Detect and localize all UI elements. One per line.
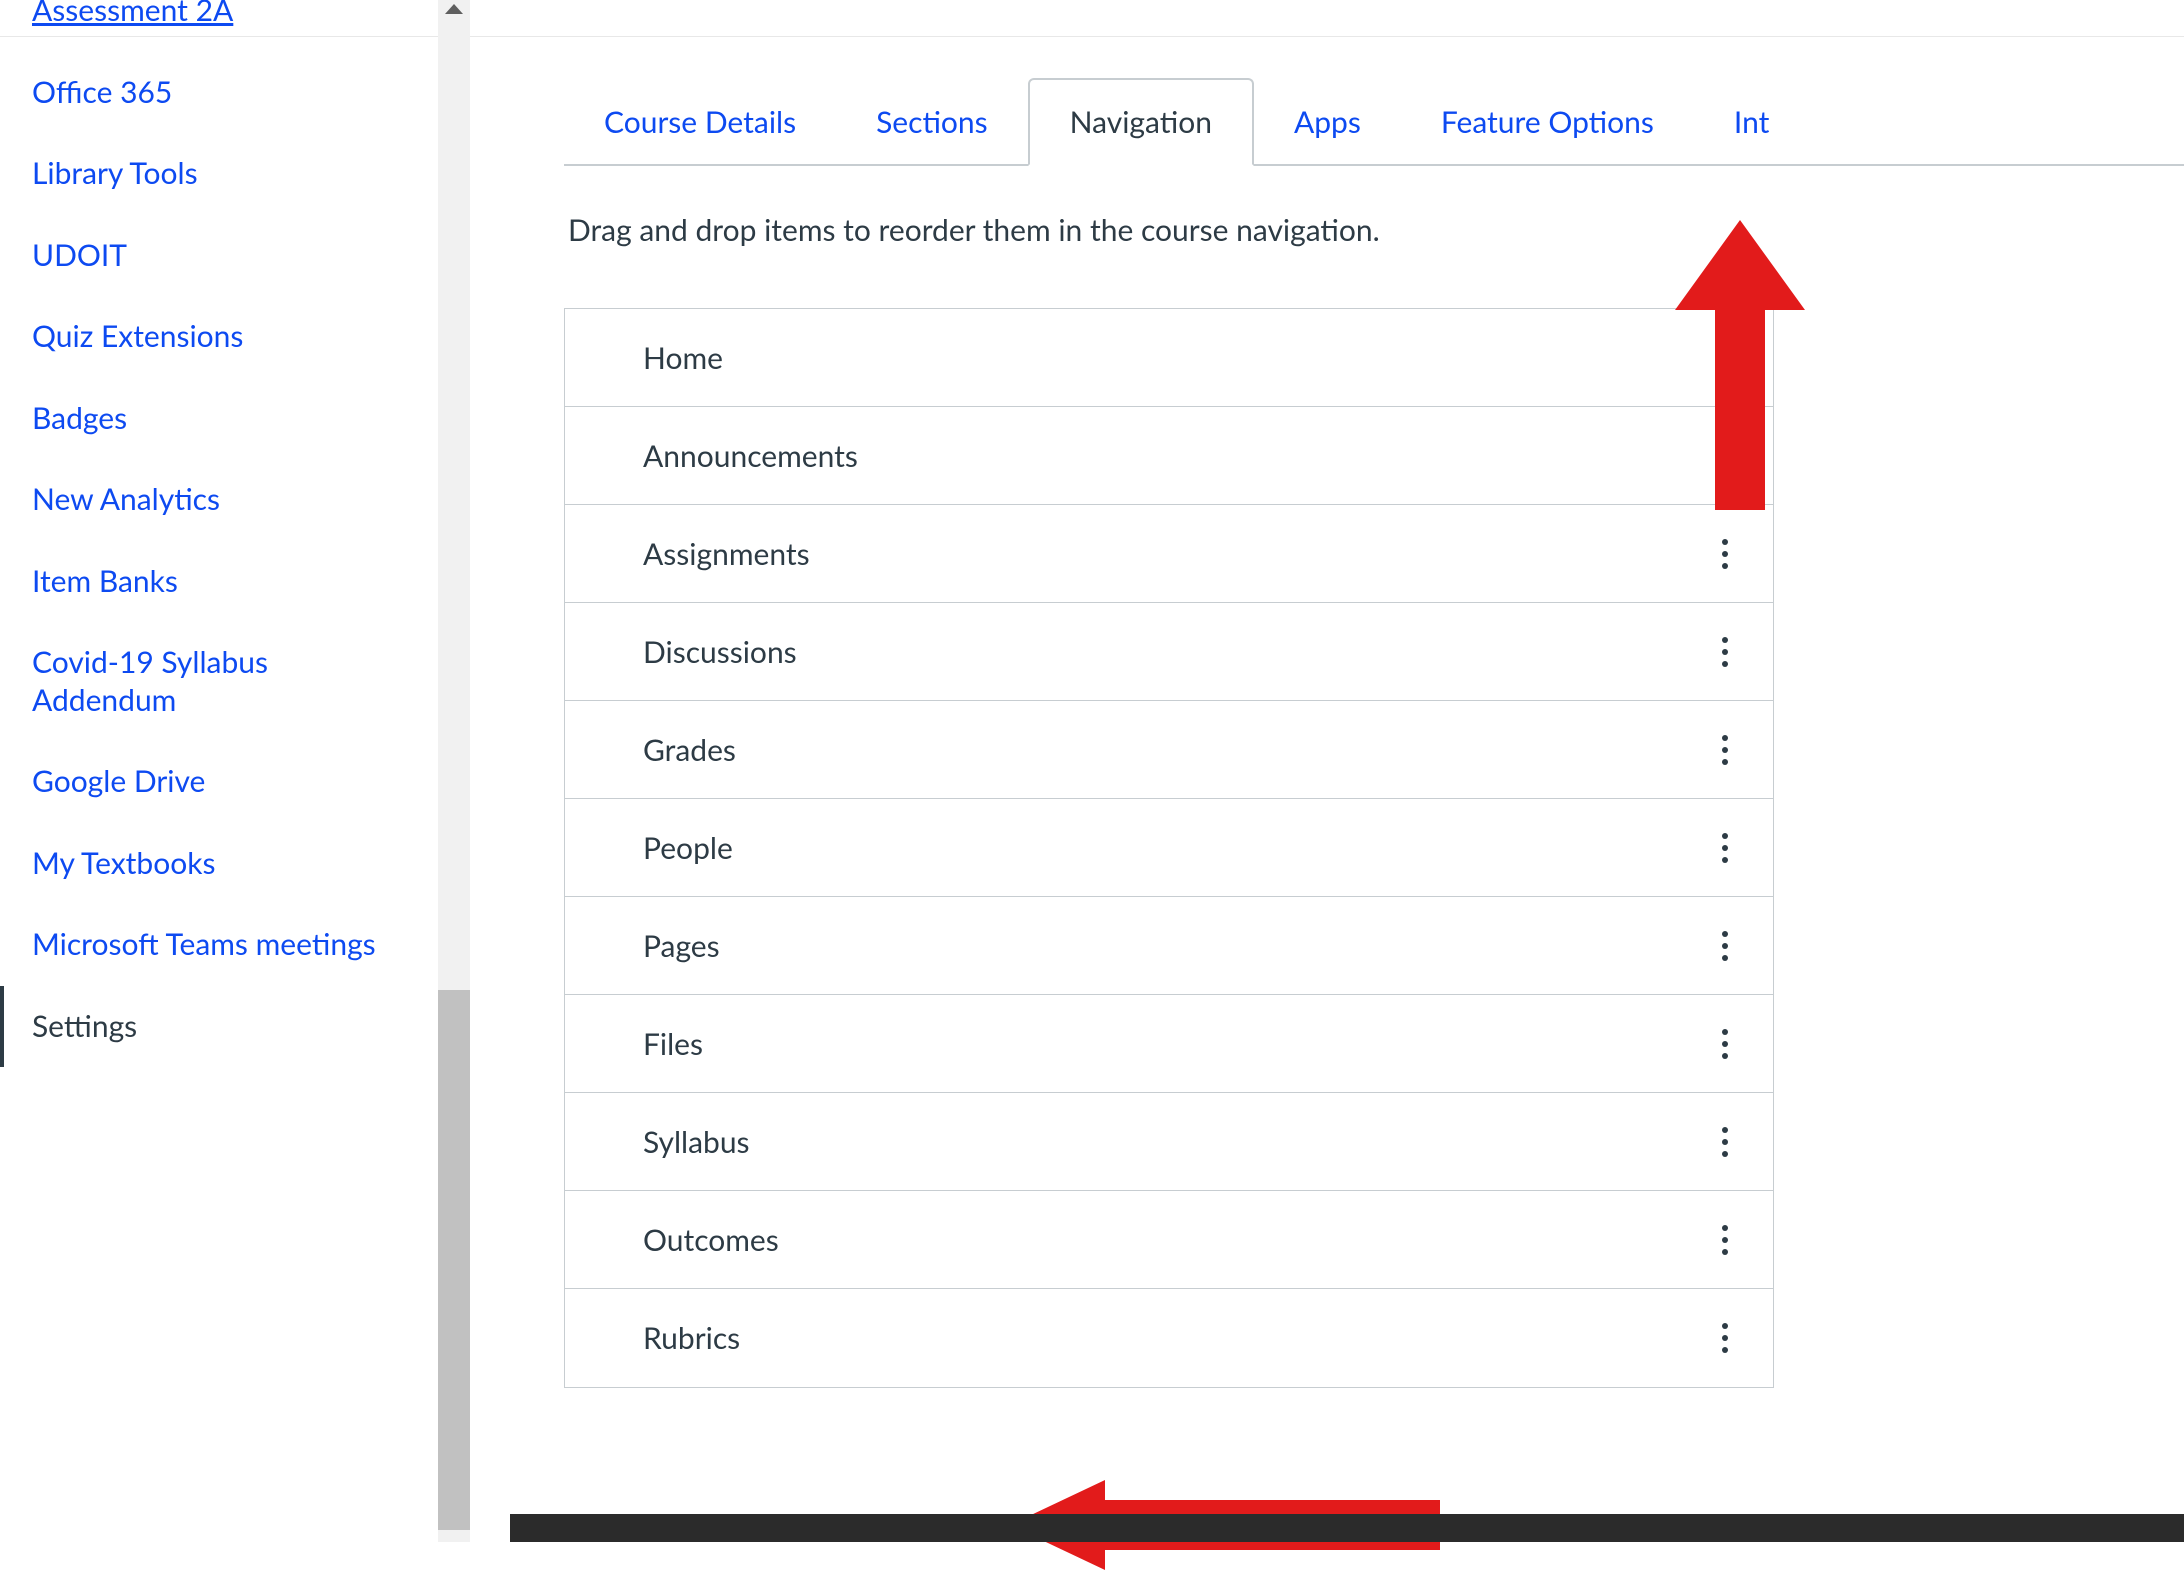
nav-item-label: Rubrics — [643, 1320, 740, 1356]
navigation-instructions: Drag and drop items to reorder them in t… — [568, 212, 2184, 248]
kebab-menu-icon[interactable] — [1711, 828, 1739, 868]
course-sidebar: Assessment 2A Office 365 Library Tools U… — [0, 0, 470, 1542]
sidebar-scrollbar[interactable] — [438, 0, 470, 1542]
sidebar-item-covid-addendum[interactable]: Covid-19 Syllabus Addendum — [0, 622, 420, 741]
kebab-menu-icon[interactable] — [1711, 1122, 1739, 1162]
kebab-menu-icon[interactable] — [1711, 1220, 1739, 1260]
nav-item[interactable]: Pages — [565, 897, 1773, 995]
nav-item[interactable]: Files — [565, 995, 1773, 1093]
nav-item-label: People — [643, 830, 733, 866]
tab-sections[interactable]: Sections — [836, 80, 1028, 164]
nav-item[interactable]: Rubrics — [565, 1289, 1773, 1387]
nav-item-label: Files — [643, 1026, 703, 1062]
nav-item-label: Syllabus — [643, 1124, 750, 1160]
sidebar-item-my-textbooks[interactable]: My Textbooks — [0, 823, 420, 905]
kebab-menu-icon[interactable] — [1711, 534, 1739, 574]
sidebar-item-google-drive[interactable]: Google Drive — [0, 741, 420, 823]
tab-course-details[interactable]: Course Details — [564, 80, 836, 164]
nav-item[interactable]: Grades — [565, 701, 1773, 799]
settings-tabs: Course Details Sections Navigation Apps … — [564, 80, 2184, 166]
nav-item[interactable]: Discussions — [565, 603, 1773, 701]
tab-navigation[interactable]: Navigation — [1028, 78, 1254, 166]
kebab-menu-icon[interactable] — [1711, 632, 1739, 672]
nav-item[interactable]: Home — [565, 309, 1773, 407]
sidebar-item-library-tools[interactable]: Library Tools — [0, 133, 420, 215]
bottom-bar — [510, 1514, 2184, 1542]
nav-item-label: Home — [643, 340, 723, 376]
sidebar-items: Assessment 2A Office 365 Library Tools U… — [0, 0, 470, 1067]
sidebar-item-badges[interactable]: Badges — [0, 378, 420, 460]
nav-item-label: Grades — [643, 732, 736, 768]
sidebar-item-udoit[interactable]: UDOIT — [0, 215, 420, 297]
sidebar-item-truncated[interactable]: Assessment 2A — [0, 0, 420, 52]
sidebar-item-item-banks[interactable]: Item Banks — [0, 541, 420, 623]
navigation-list: Home Announcements Assignments Discussions G… — [564, 308, 1774, 1388]
nav-item-label: Discussions — [643, 634, 797, 670]
nav-item[interactable]: People — [565, 799, 1773, 897]
kebab-menu-icon[interactable] — [1711, 436, 1739, 476]
kebab-menu-icon[interactable] — [1711, 730, 1739, 770]
nav-item[interactable]: Assignments — [565, 505, 1773, 603]
kebab-menu-icon[interactable] — [1711, 1318, 1739, 1358]
kebab-menu-icon[interactable] — [1711, 1024, 1739, 1064]
nav-item-label: Pages — [643, 928, 720, 964]
sidebar-item-new-analytics[interactable]: New Analytics — [0, 459, 420, 541]
app-container: Assessment 2A Office 365 Library Tools U… — [0, 0, 2184, 1542]
sidebar-item-settings[interactable]: Settings — [0, 986, 420, 1068]
nav-item-label: Announcements — [643, 438, 858, 474]
main-content: Course Details Sections Navigation Apps … — [470, 0, 2184, 1542]
sidebar-item-ms-teams-meetings[interactable]: Microsoft Teams meetings — [0, 904, 420, 986]
nav-item-label: Outcomes — [643, 1222, 779, 1258]
tab-feature-options[interactable]: Feature Options — [1401, 80, 1694, 164]
nav-item[interactable]: Outcomes — [565, 1191, 1773, 1289]
kebab-menu-icon[interactable] — [1711, 926, 1739, 966]
sidebar-item-office-365[interactable]: Office 365 — [0, 52, 420, 134]
nav-item[interactable]: Announcements — [565, 407, 1773, 505]
nav-item[interactable]: Syllabus — [565, 1093, 1773, 1191]
scroll-thumb[interactable] — [438, 990, 470, 1530]
sidebar-item-quiz-extensions[interactable]: Quiz Extensions — [0, 296, 420, 378]
tab-apps[interactable]: Apps — [1254, 80, 1401, 164]
tab-integrations-truncated[interactable]: Int — [1694, 80, 1809, 164]
scroll-up-icon[interactable] — [445, 4, 463, 14]
nav-item-label: Assignments — [643, 536, 810, 572]
